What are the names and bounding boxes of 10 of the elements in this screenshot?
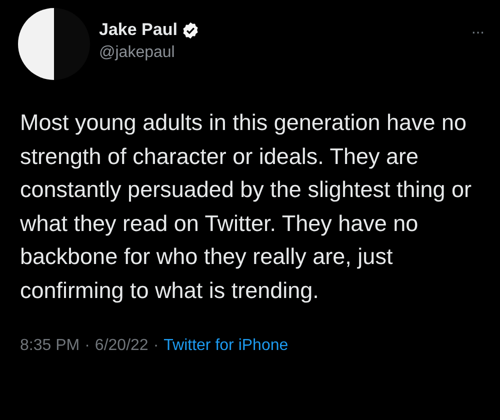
separator-dot: · [153, 337, 159, 355]
source-link[interactable]: Twitter for iPhone [164, 337, 288, 355]
tweet-text: Most young adults in this generation have no strength of character or ideals. They are constantly persuaded by the slightest thing or what they read on Twitter. They have no backbone for who they really are, just confirming to what is trending. [20, 109, 473, 305]
more-menu-button[interactable]: ··· [471, 24, 484, 42]
avatar-icon[interactable] [18, 8, 90, 80]
separator-dot: · [84, 337, 90, 355]
author-handle[interactable]: @jakepaul [99, 44, 472, 62]
tweet-date: 6/20/22 [94, 337, 148, 355]
author-name[interactable]: Jake Paul [99, 20, 178, 40]
tweet-time: 8:35 PM [20, 337, 80, 355]
